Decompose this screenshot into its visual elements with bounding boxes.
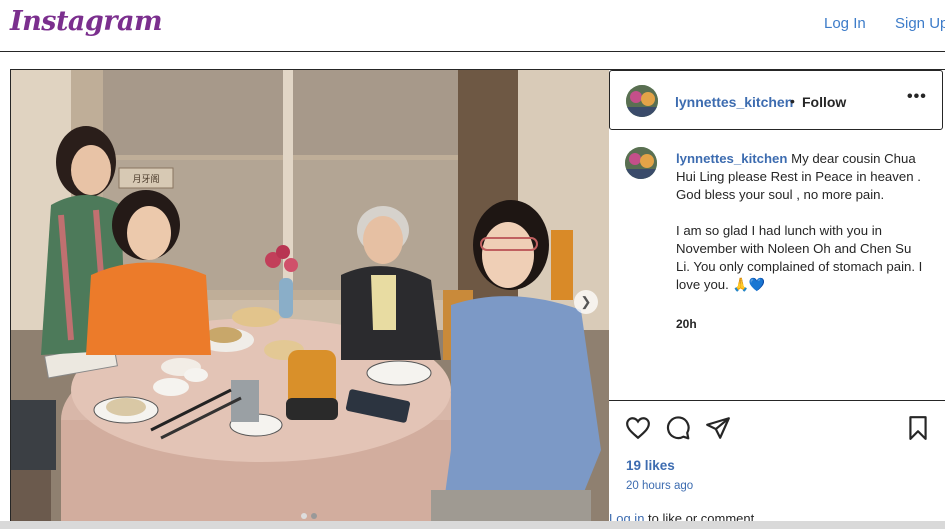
follow-button[interactable]: Follow — [802, 94, 846, 110]
comment-icon[interactable] — [665, 415, 691, 441]
instagram-logo[interactable]: Instagram — [10, 6, 163, 37]
heart-icon[interactable] — [625, 415, 651, 441]
horizontal-scrollbar[interactable] — [0, 521, 945, 529]
post-actions: 19 likes 20 hours ago — [609, 400, 945, 525]
caption-username[interactable]: lynnettes_kitchen — [676, 151, 787, 166]
bookmark-icon[interactable] — [905, 415, 931, 441]
post-sidebar: lynnettes_kitchen • Follow ••• lynnettes… — [609, 70, 945, 524]
share-icon[interactable] — [705, 415, 731, 441]
carousel-dot — [311, 513, 317, 519]
likes-count[interactable]: 19 likes — [626, 458, 675, 473]
separator-dot: • — [790, 93, 795, 109]
chevron-right-icon: ❯ — [580, 294, 592, 309]
caption-avatar[interactable] — [625, 147, 657, 179]
post-caption: lynnettes_kitchen My dear cousin Chua Hu… — [676, 150, 926, 312]
carousel-dot-active — [301, 513, 307, 519]
login-link[interactable]: Log In — [824, 15, 866, 32]
avatar[interactable] — [626, 85, 658, 117]
wall-sign-text: 月牙阁 — [132, 173, 159, 185]
signup-link[interactable]: Sign Up — [895, 15, 945, 32]
carousel-dots — [301, 513, 317, 519]
post-timestamp[interactable]: 20 hours ago — [626, 480, 693, 492]
post-photo[interactable]: 月牙阁 — [11, 70, 609, 524]
post-header: lynnettes_kitchen • Follow ••• — [609, 70, 943, 130]
caption-text-2: I am so glad I had lunch with you in Nov… — [676, 223, 923, 292]
photo-illustration: 月牙阁 — [11, 70, 609, 524]
top-bar: Instagram Log In Sign Up — [0, 0, 945, 52]
post-username[interactable]: lynnettes_kitchen — [675, 94, 793, 110]
caption-time: 20h — [676, 317, 697, 331]
more-options-icon[interactable]: ••• — [907, 88, 927, 106]
next-photo-button[interactable]: ❯ — [574, 290, 598, 314]
